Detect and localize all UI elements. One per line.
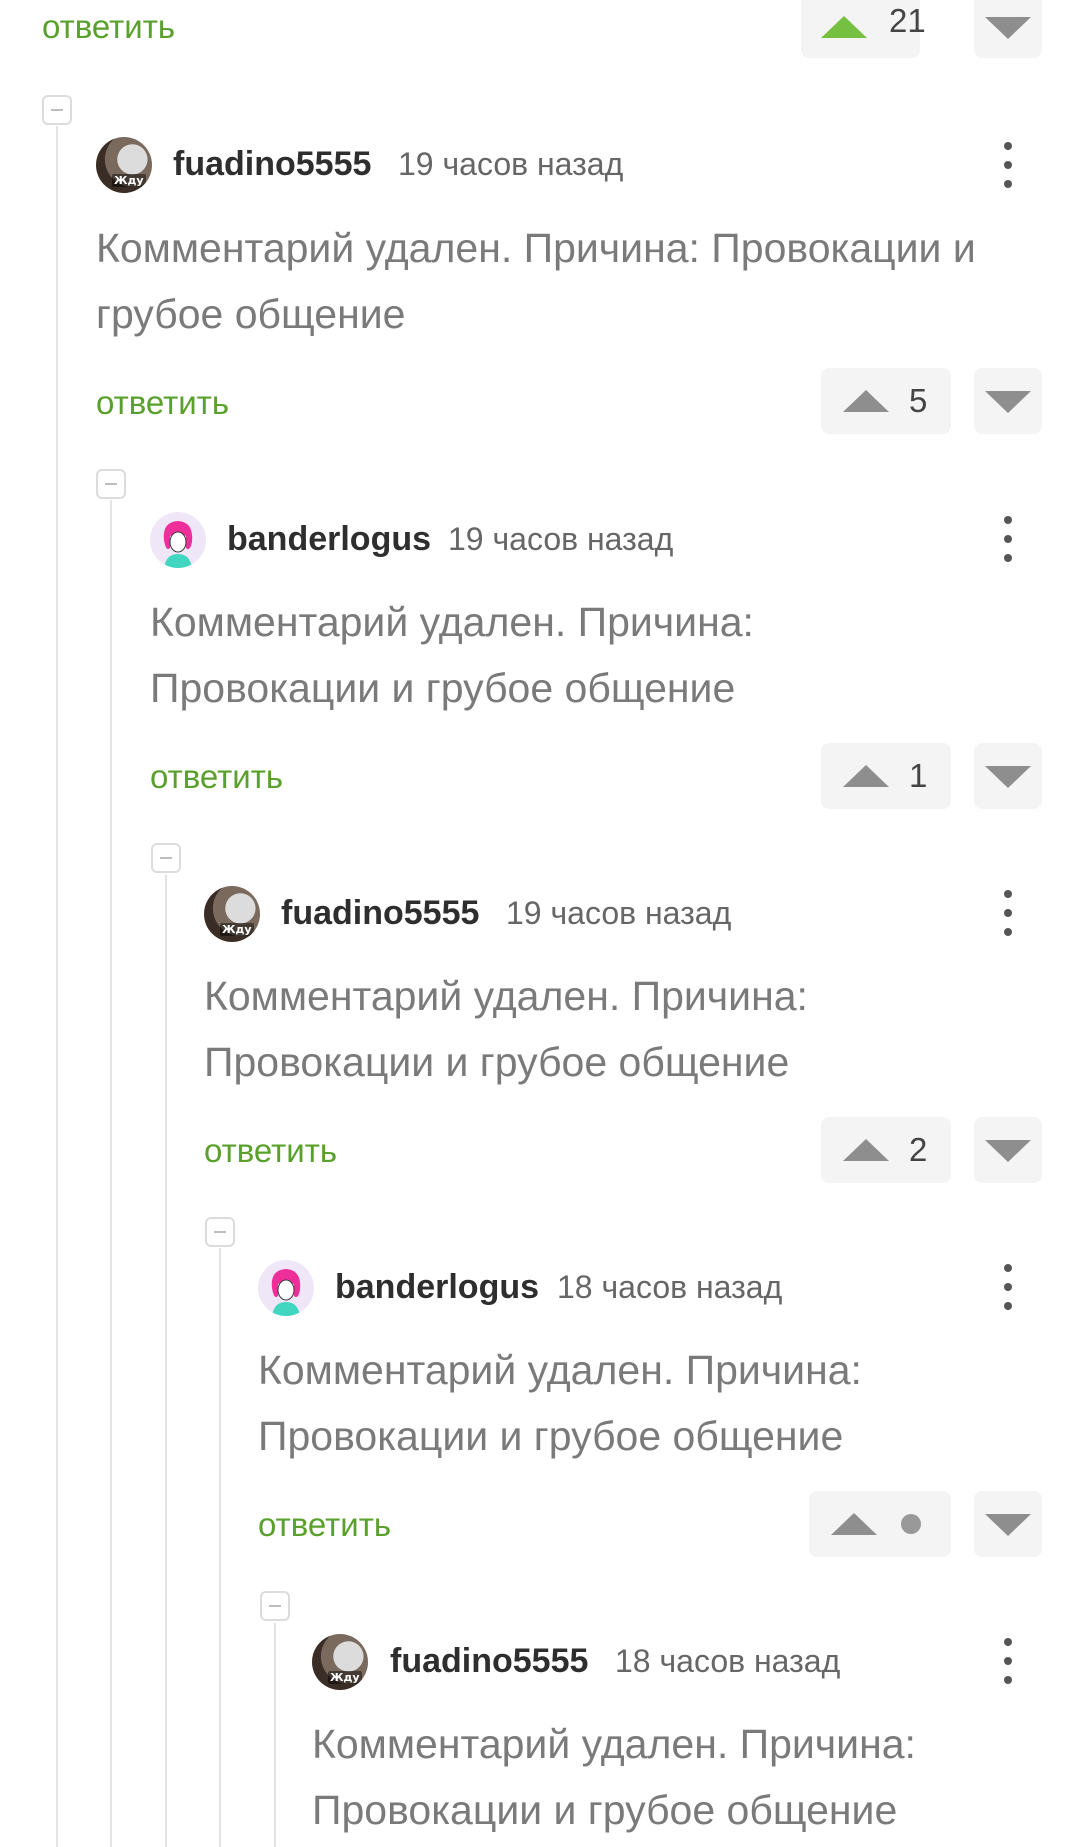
dot-icon — [901, 1514, 921, 1534]
timestamp: 19 часов назад — [448, 521, 674, 557]
downvote-box[interactable] — [974, 743, 1042, 809]
downvote-icon[interactable] — [985, 766, 1031, 788]
reply-link[interactable]: ответить — [42, 8, 175, 46]
score: 5 — [909, 382, 928, 419]
thread-line — [110, 500, 112, 1847]
avatar[interactable]: Жду — [204, 886, 260, 942]
reply-link[interactable]: ответить — [258, 1506, 391, 1544]
more-vertical-icon[interactable] — [996, 1638, 1020, 1684]
upvote-icon[interactable] — [831, 1513, 877, 1535]
thread-line — [165, 875, 167, 1847]
upvote-box[interactable]: 5 — [821, 368, 951, 434]
username[interactable]: banderlogus — [335, 1268, 539, 1307]
username[interactable]: banderlogus — [227, 520, 431, 559]
timestamp: 18 часов назад — [557, 1269, 783, 1305]
score: 2 — [909, 1131, 928, 1168]
collapse-icon[interactable] — [260, 1591, 290, 1621]
avatar[interactable] — [150, 512, 206, 568]
upvote-box[interactable]: 2 — [821, 1117, 951, 1183]
upvote-box[interactable]: 21 — [801, 0, 926, 58]
more-vertical-icon[interactable] — [996, 1264, 1020, 1310]
more-vertical-icon[interactable] — [996, 516, 1020, 562]
more-vertical-icon[interactable] — [996, 890, 1020, 936]
upvote-box[interactable]: 1 — [821, 743, 951, 809]
comment-text: Комментарий удален. Причина: Провокации … — [150, 599, 754, 711]
downvote-icon[interactable] — [985, 1140, 1031, 1162]
collapse-icon[interactable] — [205, 1217, 235, 1247]
collapse-icon[interactable] — [42, 95, 72, 125]
comment-text: Комментарий удален. Причина: Провокации … — [258, 1347, 862, 1459]
downvote-box[interactable] — [974, 1117, 1042, 1183]
thread-line — [56, 126, 58, 1847]
reply-link[interactable]: ответить — [204, 1132, 337, 1170]
collapse-icon[interactable] — [96, 469, 126, 499]
avatar[interactable]: Жду — [312, 1634, 368, 1690]
downvote-box[interactable] — [974, 0, 1042, 58]
downvote-icon[interactable] — [985, 17, 1031, 39]
downvote-box[interactable] — [974, 368, 1042, 434]
thread-line — [219, 1248, 221, 1847]
timestamp: 19 часов назад — [398, 146, 624, 182]
timestamp: 19 часов назад — [506, 895, 732, 931]
timestamp: 18 часов назад — [615, 1643, 841, 1679]
downvote-icon[interactable] — [985, 391, 1031, 413]
reply-link[interactable]: ответить — [96, 384, 229, 422]
downvote-box[interactable] — [974, 1491, 1042, 1557]
more-vertical-icon[interactable] — [996, 142, 1020, 188]
avatar[interactable]: Жду — [96, 137, 152, 193]
reply-link[interactable]: ответить — [150, 758, 283, 796]
upvote-icon[interactable] — [821, 16, 867, 38]
collapse-icon[interactable] — [151, 843, 181, 873]
comment-text: Комментарий удален. Причина: Провокации … — [312, 1721, 916, 1833]
avatar[interactable] — [258, 1260, 314, 1316]
comment-text: Комментарий удален. Причина: Провокации … — [204, 973, 808, 1085]
score: 21 — [889, 2, 926, 39]
username[interactable]: fuadino5555 — [281, 894, 479, 933]
username[interactable]: fuadino5555 — [173, 145, 371, 184]
upvote-box[interactable] — [809, 1491, 951, 1557]
upvote-icon[interactable] — [843, 765, 889, 787]
upvote-icon[interactable] — [843, 390, 889, 412]
downvote-icon[interactable] — [985, 1514, 1031, 1536]
score: 1 — [909, 757, 928, 794]
thread-line — [274, 1623, 276, 1847]
comment-text: Комментарий удален. Причина: Провокации … — [96, 225, 976, 337]
upvote-icon[interactable] — [843, 1139, 889, 1161]
username[interactable]: fuadino5555 — [390, 1642, 588, 1681]
